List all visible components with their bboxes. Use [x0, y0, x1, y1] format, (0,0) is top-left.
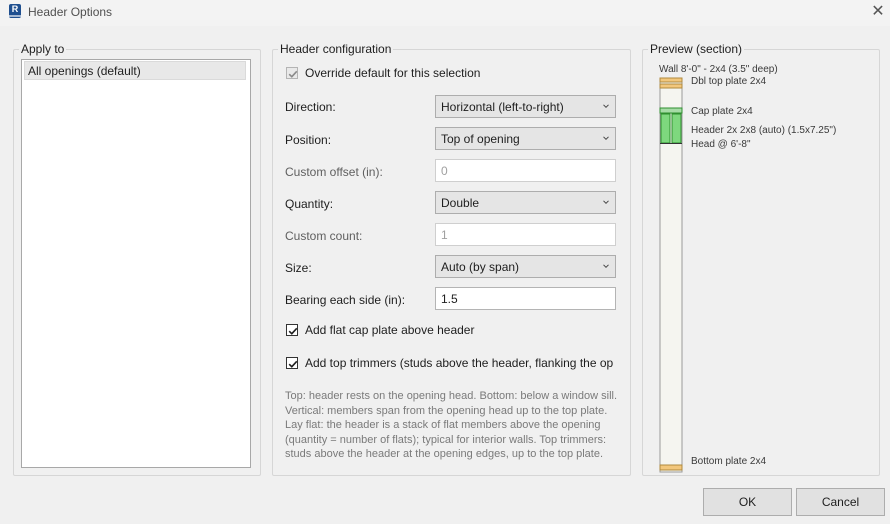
head-label: Head @ 6'-8": [691, 139, 751, 150]
wall-label: Wall 8'-0" - 2x4 (3.5" deep): [659, 64, 778, 75]
cap-plate: [659, 107, 683, 114]
top-plate-lower: [659, 83, 683, 89]
cap-plate-label-preview: Cap plate 2x4: [691, 106, 753, 117]
top-plate-label: Dbl top plate 2x4: [691, 76, 767, 87]
header-label: Header 2x 2x8 (auto) (1.5x7.25"): [691, 125, 837, 136]
bottom-plate-label: Bottom plate 2x4: [691, 456, 767, 467]
top-plate-upper: [659, 77, 683, 83]
bottom-plate: [659, 464, 683, 471]
header-member: [660, 113, 671, 144]
ok-button[interactable]: OK: [703, 488, 792, 516]
header-member: [671, 113, 682, 144]
cancel-button[interactable]: Cancel: [796, 488, 885, 516]
